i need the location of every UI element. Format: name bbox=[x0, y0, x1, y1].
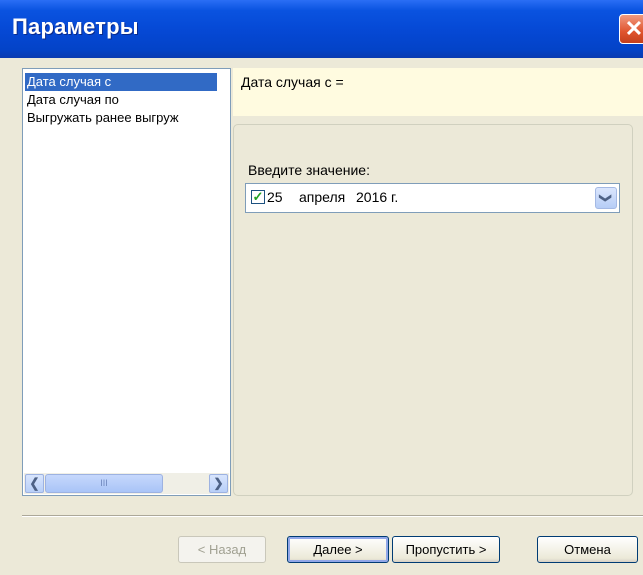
value-panel: Введите значение: ✓ 25 апреля 2016 г. ❯ bbox=[233, 124, 633, 496]
chevron-down-icon: ❯ bbox=[599, 192, 613, 204]
scroll-right-button[interactable]: ❯ bbox=[209, 474, 228, 493]
value-prompt-label: Введите значение: bbox=[248, 162, 370, 178]
scroll-thumb[interactable]: III bbox=[45, 474, 163, 493]
arrow-left-icon: ❮ bbox=[29, 475, 40, 491]
footer-separator bbox=[22, 515, 643, 517]
list-item-export-previous[interactable]: Выгружать ранее выгруж bbox=[25, 109, 179, 127]
parameter-info-text: Дата случая с = bbox=[241, 74, 344, 90]
close-icon: ✕ bbox=[624, 16, 643, 41]
arrow-right-icon: ❯ bbox=[213, 476, 224, 490]
parameters-dialog: Параметры ✕ Дата случая с Дата случая по… bbox=[0, 0, 643, 575]
title-bar[interactable]: Параметры ✕ bbox=[0, 0, 643, 58]
grip-icon: III bbox=[100, 478, 108, 488]
date-dropdown-button[interactable]: ❯ bbox=[595, 187, 617, 209]
date-month[interactable]: апреля bbox=[299, 189, 345, 205]
cancel-button[interactable]: Отмена bbox=[537, 536, 638, 563]
back-button[interactable]: < Назад bbox=[178, 536, 266, 563]
checkmark-icon: ✓ bbox=[252, 189, 264, 204]
close-button[interactable]: ✕ bbox=[619, 14, 643, 44]
parameters-list[interactable]: Дата случая с Дата случая по Выгружать р… bbox=[22, 68, 231, 496]
date-picker[interactable]: ✓ 25 апреля 2016 г. ❯ bbox=[245, 183, 620, 213]
next-button[interactable]: Далее > bbox=[287, 536, 389, 563]
list-item-date-from[interactable]: Дата случая с bbox=[25, 73, 217, 91]
skip-button[interactable]: Пропустить > bbox=[392, 536, 500, 563]
horizontal-scrollbar[interactable]: ❮ III ❯ bbox=[24, 473, 229, 494]
date-enabled-checkbox[interactable]: ✓ bbox=[251, 190, 265, 204]
parameter-info-bar: Дата случая с = bbox=[233, 68, 643, 116]
scroll-left-button[interactable]: ❮ bbox=[25, 474, 44, 493]
date-year[interactable]: 2016 г. bbox=[356, 189, 398, 205]
list-item-date-to[interactable]: Дата случая по bbox=[25, 91, 119, 109]
date-day[interactable]: 25 bbox=[267, 189, 283, 205]
window-title: Параметры bbox=[12, 14, 139, 39]
